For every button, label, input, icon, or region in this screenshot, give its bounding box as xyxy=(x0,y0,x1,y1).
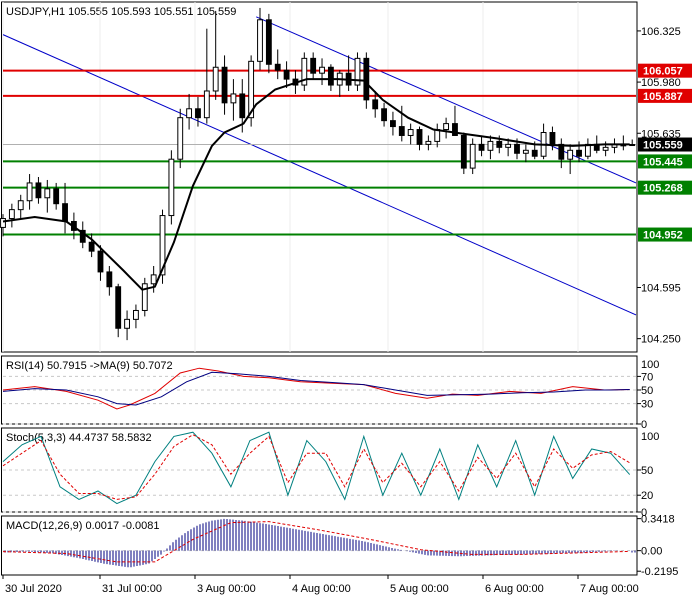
candle-body xyxy=(106,271,113,288)
price-label-text: 105.559 xyxy=(643,140,683,152)
candle-body xyxy=(124,318,130,329)
candle-body xyxy=(53,188,60,205)
chart-background xyxy=(0,0,700,600)
candle-body xyxy=(531,149,538,157)
candle-body xyxy=(274,63,281,71)
candle-body xyxy=(35,182,42,199)
candle-body xyxy=(398,126,405,136)
candle-body xyxy=(177,117,184,160)
candle-body xyxy=(514,143,520,154)
y-tick-label: -0.2195 xyxy=(641,566,678,578)
y-tick-label: 50 xyxy=(641,385,653,397)
price-label-text: 106.057 xyxy=(643,66,683,78)
x-tick-label: 5 Aug 00:00 xyxy=(390,583,449,595)
candle-body xyxy=(478,143,485,151)
candle-body xyxy=(407,129,414,136)
candle-body xyxy=(150,274,157,285)
chart-root: USDJPY,H1 105.555 105.593 105.551 105.55… xyxy=(0,0,700,600)
y-tick-label: 0.3418 xyxy=(641,514,675,526)
price-label-text: 105.268 xyxy=(643,183,683,195)
price-label-text: 104.952 xyxy=(643,230,683,242)
y-tick-label: 30 xyxy=(641,399,653,411)
candle-body xyxy=(567,149,574,160)
candle-body xyxy=(469,143,476,169)
candle-body xyxy=(115,286,122,329)
candle-body xyxy=(549,132,556,145)
x-tick-label: 30 Jul 2020 xyxy=(5,583,62,595)
candle-body xyxy=(203,90,210,119)
y-tick-label: 106.325 xyxy=(641,26,681,38)
candle-body xyxy=(265,19,272,65)
pane-header: MACD(12,26,9) 0.0017 -0.0081 xyxy=(6,520,159,532)
candle-body xyxy=(168,158,175,217)
candle-body xyxy=(522,149,529,154)
y-tick-label: 100 xyxy=(641,431,659,443)
candle-body xyxy=(381,108,387,122)
candle-body xyxy=(576,149,582,157)
y-tick-label: 104.250 xyxy=(641,334,681,346)
candle-body xyxy=(487,140,494,151)
candle-body xyxy=(97,250,104,273)
candle-body xyxy=(26,182,33,202)
candle-body xyxy=(505,143,512,148)
y-tick-label: 70 xyxy=(641,371,653,383)
candle-body xyxy=(186,108,193,119)
candle-body xyxy=(372,99,379,110)
candle-body xyxy=(558,143,565,160)
candle-body xyxy=(257,19,263,62)
candle-body xyxy=(416,129,423,145)
candle-body xyxy=(230,93,237,104)
candle-body xyxy=(17,200,24,211)
candle-body xyxy=(602,146,609,151)
y-tick-label: 105.980 xyxy=(641,77,681,89)
chart-canvas: USDJPY,H1 105.555 105.593 105.551 105.55… xyxy=(0,0,700,600)
y-tick-label: 50 xyxy=(641,465,653,477)
candle-body xyxy=(221,66,228,104)
x-tick-label: 31 Jul 00:00 xyxy=(102,583,162,595)
candle-body xyxy=(390,120,396,128)
candle-body xyxy=(88,241,95,252)
candle-body xyxy=(212,66,219,92)
y-tick-label: 0 xyxy=(641,419,647,431)
candle-body xyxy=(283,69,290,80)
candle-body xyxy=(496,140,503,148)
x-tick-label: 7 Aug 00:00 xyxy=(580,583,639,595)
y-tick-label: 0.00 xyxy=(641,546,662,558)
price-label-text: 105.445 xyxy=(643,156,683,168)
candle-body xyxy=(44,188,51,199)
candle-body xyxy=(425,140,432,145)
price-label-text: 105.887 xyxy=(643,91,683,103)
candle-body xyxy=(327,66,334,86)
candle-body xyxy=(239,93,246,119)
candle-body xyxy=(319,66,325,74)
x-tick-label: 4 Aug 00:00 xyxy=(292,583,351,595)
x-tick-label: 3 Aug 00:00 xyxy=(197,583,256,595)
y-tick-label: 104.595 xyxy=(641,282,681,294)
x-tick-label: 6 Aug 00:00 xyxy=(485,583,544,595)
candle-body xyxy=(0,218,6,228)
candle-body xyxy=(62,203,68,222)
candle-body xyxy=(629,144,636,147)
candle-body xyxy=(195,108,201,119)
candle-body xyxy=(363,57,370,101)
pane-header: USDJPY,H1 105.555 105.593 105.551 105.55… xyxy=(6,6,236,18)
y-tick-label: 100 xyxy=(641,359,659,371)
candle-body xyxy=(310,57,317,74)
candle-body xyxy=(8,209,15,220)
candle-body xyxy=(460,134,467,169)
candle-body xyxy=(443,123,450,131)
candle-body xyxy=(434,129,441,142)
candle-body xyxy=(133,309,139,320)
pane-header: RSI(14) 50.7915 ->MA(9) 50.7072 xyxy=(6,360,173,372)
y-tick-label: 20 xyxy=(641,490,653,502)
